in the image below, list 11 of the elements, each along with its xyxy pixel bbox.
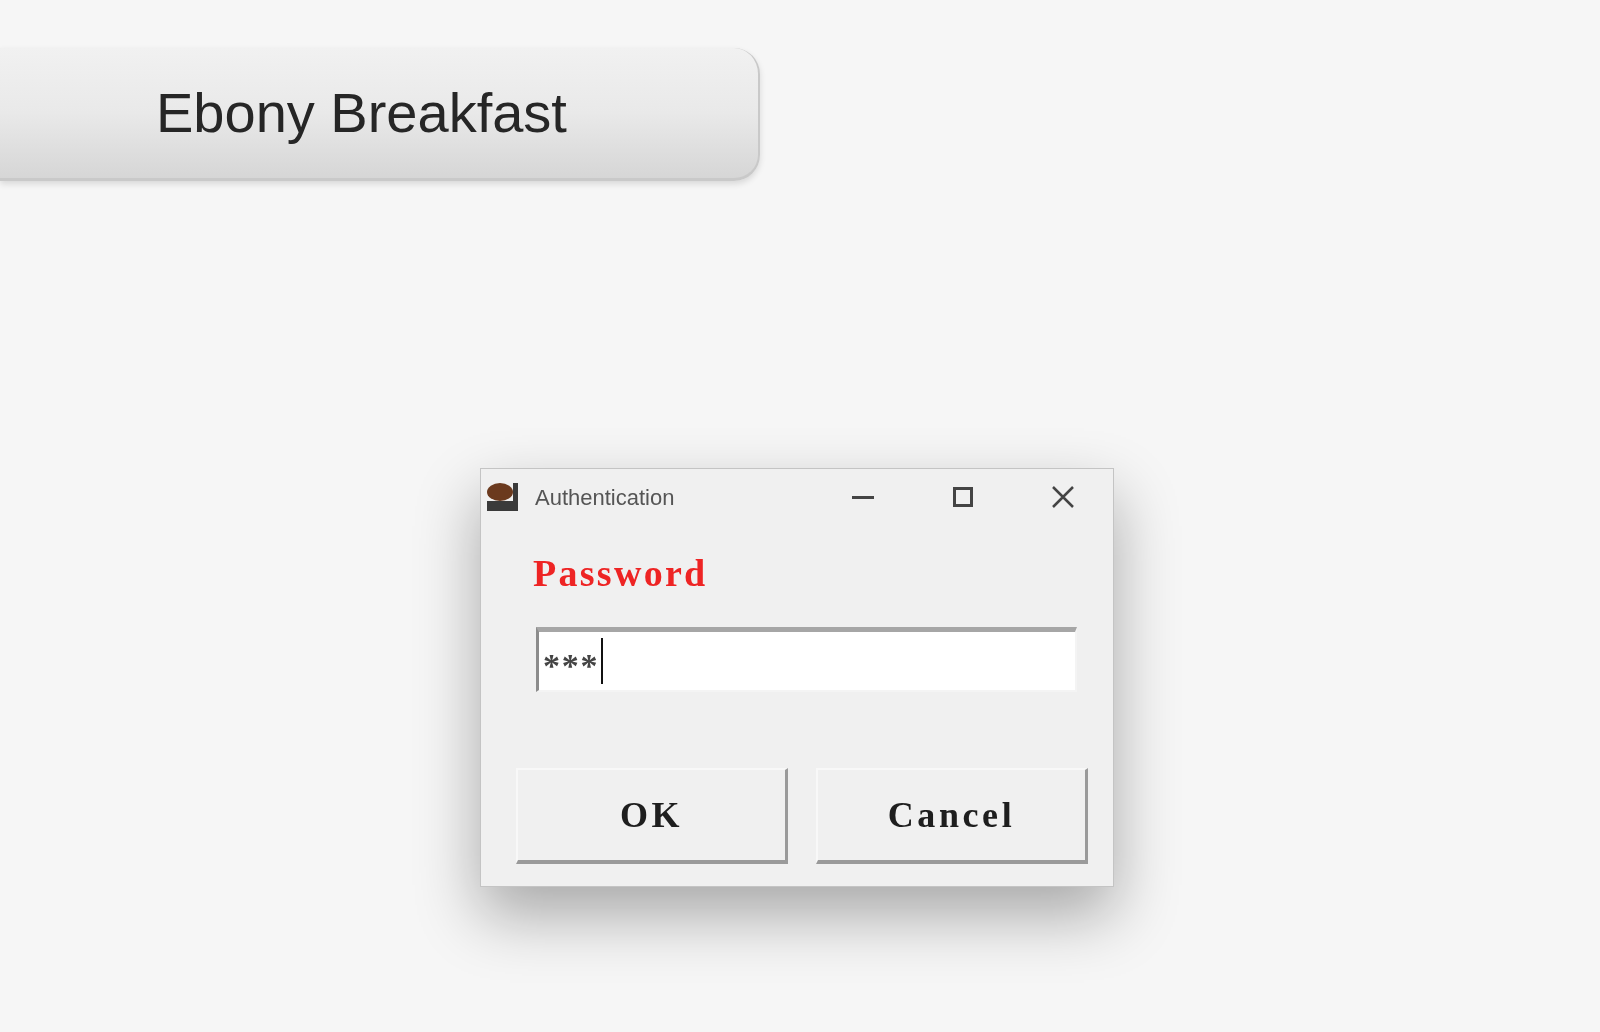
password-field[interactable]: *** bbox=[536, 627, 1077, 692]
dialog-button[interactable]: OK bbox=[516, 768, 788, 864]
minimize-icon bbox=[852, 495, 874, 499]
close-icon bbox=[1051, 485, 1075, 509]
window-title: Authentication bbox=[535, 483, 675, 512]
dialog-button[interactable]: Cancel bbox=[816, 768, 1088, 864]
password-label: Password bbox=[533, 552, 708, 594]
password-value: *** bbox=[543, 646, 600, 683]
app-icon bbox=[485, 481, 521, 513]
nav-button[interactable]: Ebony Breakfast bbox=[0, 48, 760, 181]
maximize-icon bbox=[953, 487, 973, 507]
